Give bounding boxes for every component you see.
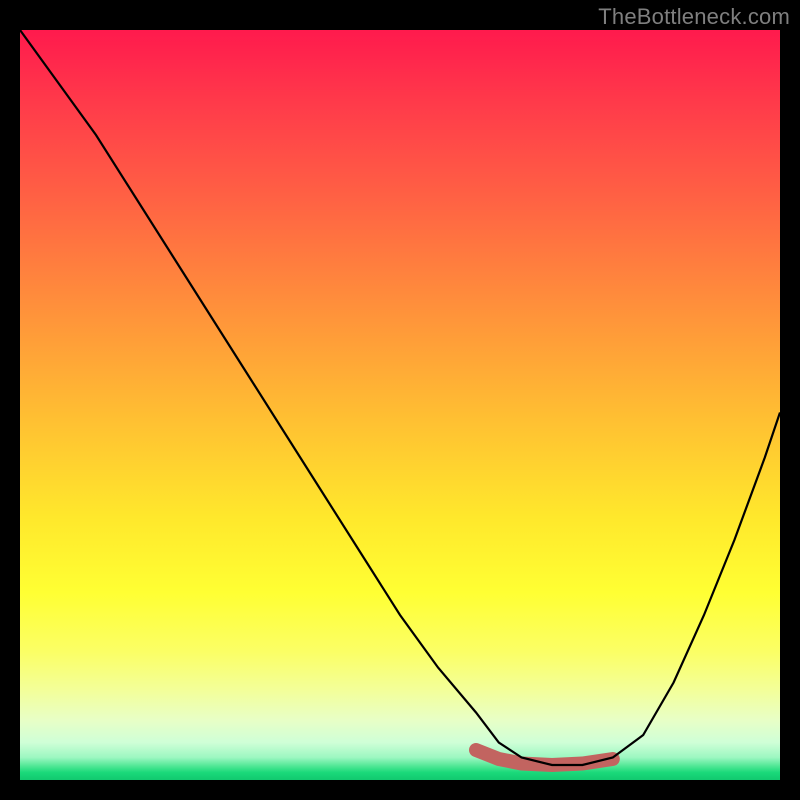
background-gradient — [20, 30, 780, 780]
attribution-label: TheBottleneck.com — [598, 4, 790, 30]
plot-area — [20, 30, 780, 780]
chart-frame: TheBottleneck.com — [0, 0, 800, 800]
